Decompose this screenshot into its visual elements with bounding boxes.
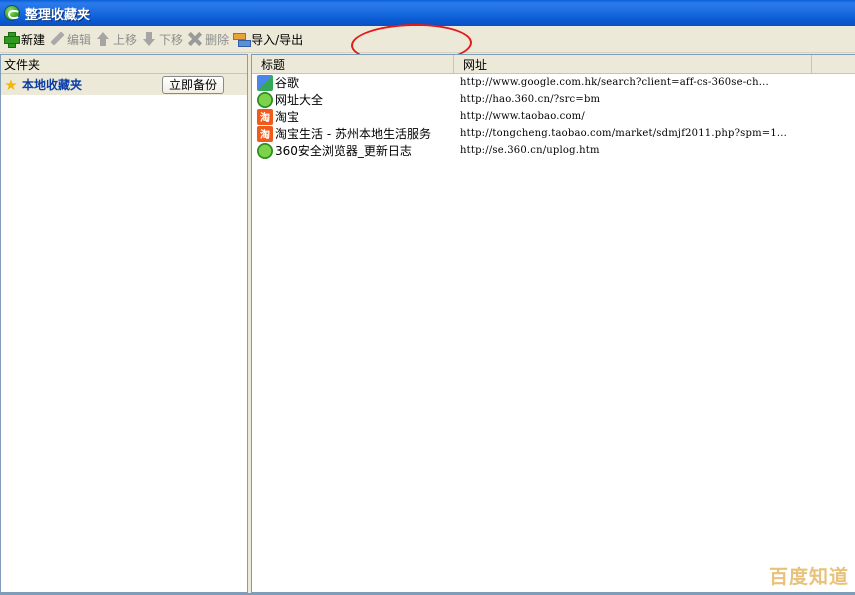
- bookmark-url: http://www.taobao.com/: [460, 111, 585, 122]
- folder-item-local-favorites[interactable]: ★ 本地收藏夹 立即备份: [1, 74, 247, 95]
- url-header-label: 网址: [463, 57, 488, 72]
- move-down-label: 下移: [159, 32, 184, 47]
- app-logo-icon: [4, 5, 20, 21]
- new-button[interactable]: 新建: [2, 28, 48, 50]
- star-icon: ★: [4, 75, 18, 94]
- folder-pane: 文件夹 ★ 本地收藏夹 立即备份: [0, 54, 248, 593]
- baidu-zhidao-watermark: 百度知道: [768, 566, 849, 588]
- folder-column-header[interactable]: 文件夹: [1, 55, 247, 74]
- table-row[interactable]: 淘 淘宝 http://www.taobao.com/: [252, 108, 855, 125]
- arrow-up-icon: [95, 31, 111, 47]
- edit-label: 编辑: [67, 32, 92, 47]
- bookmark-title: 谷歌: [275, 76, 300, 90]
- table-row[interactable]: 淘 淘宝生活 - 苏州本地生活服务 http://tongcheng.taoba…: [252, 125, 855, 142]
- delete-x-icon: [187, 31, 203, 47]
- ie-icon: [257, 142, 273, 159]
- empty-column-header: [812, 55, 855, 73]
- plus-icon: [3, 31, 20, 48]
- bookmark-url: http://www.google.com.hk/search?client=a…: [460, 77, 769, 88]
- title-bar[interactable]: 整理收藏夹: [0, 0, 855, 26]
- pencil-icon: [49, 31, 65, 47]
- taobao-icon: 淘: [257, 108, 273, 125]
- move-down-button[interactable]: 下移: [140, 28, 186, 50]
- bookmark-title: 淘宝生活 - 苏州本地生活服务: [275, 127, 431, 141]
- bookmark-title-cell: 网址大全: [252, 91, 458, 108]
- title-column-header[interactable]: 标题: [252, 55, 454, 73]
- bookmark-title: 网址大全: [275, 93, 324, 107]
- bookmark-url: http://hao.360.cn/?src=bm: [460, 94, 601, 105]
- table-row[interactable]: 网址大全 http://hao.360.cn/?src=bm: [252, 91, 855, 108]
- import-export-label: 导入/导出: [251, 32, 304, 47]
- toolbar: 新建 编辑 上移 下移 删除 导入/导出: [0, 26, 855, 53]
- window-title: 整理收藏夹: [25, 7, 91, 23]
- bookmark-url: http://tongcheng.taobao.com/market/sdmjf…: [460, 128, 788, 139]
- title-header-label: 标题: [261, 57, 286, 72]
- url-column-header[interactable]: 网址: [454, 55, 812, 73]
- taobao-icon: 淘: [257, 125, 273, 142]
- new-label: 新建: [21, 32, 46, 47]
- move-up-button[interactable]: 上移: [94, 28, 140, 50]
- table-row[interactable]: 谷歌 http://www.google.com.hk/search?clien…: [252, 74, 855, 91]
- bookmark-title: 360安全浏览器_更新日志: [275, 144, 412, 158]
- folder-name: 本地收藏夹: [22, 78, 83, 92]
- folder-header-label: 文件夹: [4, 57, 41, 72]
- bookmark-title-cell: 360安全浏览器_更新日志: [252, 142, 458, 159]
- arrow-down-icon: [141, 31, 157, 47]
- ie-icon: [257, 91, 273, 108]
- import-export-icon: [233, 31, 252, 47]
- bookmark-title-cell: 淘 淘宝: [252, 108, 458, 125]
- bookmark-list-pane: 标题 网址 谷歌 http://www.google.com.hk/search…: [251, 54, 855, 593]
- bookmark-title-cell: 谷歌: [252, 74, 458, 91]
- move-up-label: 上移: [113, 32, 138, 47]
- table-row[interactable]: 360安全浏览器_更新日志 http://se.360.cn/uplog.htm: [252, 142, 855, 159]
- bookmark-url: http://se.360.cn/uplog.htm: [460, 145, 600, 156]
- bookmark-title: 淘宝: [275, 110, 300, 124]
- google-icon: [257, 74, 273, 91]
- import-export-button[interactable]: 导入/导出: [232, 28, 306, 50]
- backup-now-button[interactable]: 立即备份: [161, 75, 224, 94]
- delete-label: 删除: [205, 32, 230, 47]
- edit-button[interactable]: 编辑: [48, 28, 94, 50]
- delete-button[interactable]: 删除: [186, 28, 232, 50]
- bookmark-column-headers: 标题 网址: [252, 55, 855, 74]
- bookmark-title-cell: 淘 淘宝生活 - 苏州本地生活服务: [252, 125, 458, 142]
